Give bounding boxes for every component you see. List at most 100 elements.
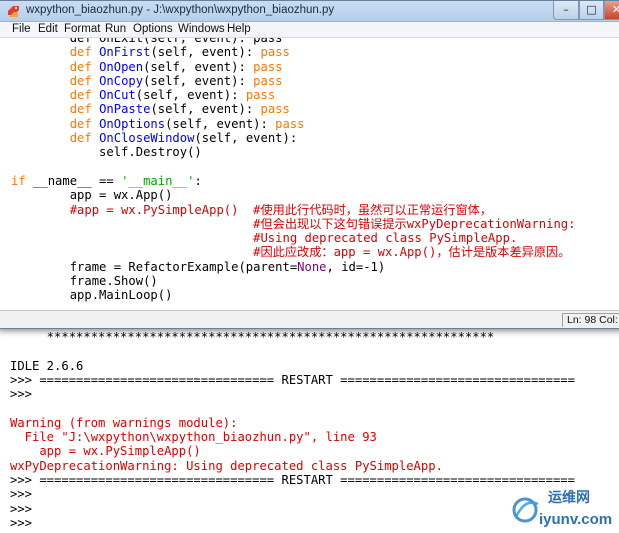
menu-format[interactable]: Format <box>64 23 100 35</box>
shell-line: Warning (from warnings module): <box>10 416 619 430</box>
editor-window[interactable]: wxpython_biaozhun.py - J:\wxpython\wxpyt… <box>0 0 619 329</box>
code-token: def <box>69 88 92 103</box>
shell-line: >>> <box>10 387 619 401</box>
shell-line <box>10 401 619 415</box>
code-line: #app = wx.PySimpleApp() #使用此行代码时，虽然可以正常运… <box>11 203 576 217</box>
code-token: if <box>11 173 26 188</box>
shell-token: >>> <box>10 487 33 502</box>
menu-run[interactable]: Run <box>105 23 126 35</box>
code-token: (self, event): <box>194 131 298 146</box>
code-token: (self, event): <box>150 102 261 117</box>
code-token: pass <box>253 73 283 88</box>
close-button[interactable]: ✕ <box>604 1 619 20</box>
code-line: def OnOpen(self, event): pass <box>11 60 576 74</box>
code-line: #因此应改成：app = wx.App()，估计是版本差异原因。 <box>11 245 576 259</box>
shell-line: wxPyDeprecationWarning: Using deprecated… <box>10 459 619 473</box>
code-token: def <box>69 116 92 131</box>
shell-line <box>10 344 619 358</box>
code-token: def <box>69 45 92 60</box>
title-bar[interactable]: wxpython_biaozhun.py - J:\wxpython\wxpyt… <box>0 1 619 22</box>
menu-windows[interactable]: Windows <box>178 23 225 35</box>
code-token: OnCut <box>99 88 136 103</box>
code-line: def OnCopy(self, event): pass <box>11 74 576 88</box>
code-token: def <box>69 131 92 146</box>
code-token: #因此应改成：app = wx.App()，估计是版本差异原因。 <box>11 245 571 260</box>
iyunv-watermark-logo: 运维网 iyunv.com <box>512 489 612 528</box>
code-token: OnPaste <box>99 102 151 117</box>
code-token: (self, event): <box>150 45 261 60</box>
code-token: OnCloseWindow <box>99 131 195 146</box>
code-token: self.Destroy() <box>11 145 202 160</box>
code-line: #Using deprecated class PySimpleApp. <box>11 231 576 245</box>
code-token: pass <box>260 45 290 60</box>
code-token: pass <box>275 116 305 131</box>
shell-token: >>> <box>10 387 33 402</box>
shell-token: IDLE 2.6.6 <box>10 358 84 373</box>
watermark-brand: 运维网 <box>548 489 590 506</box>
watermark-domain: iyunv.com <box>539 511 612 528</box>
menu-file[interactable]: File <box>12 23 31 35</box>
code-token: pass <box>245 88 276 103</box>
code-token: __name__ == <box>25 173 122 188</box>
idle-app-icon <box>8 6 19 17</box>
code-token: app.MainLoop() <box>11 288 173 303</box>
code-line: def OnFirst(self, event): pass <box>11 45 576 59</box>
code-token: OnCopy <box>99 73 144 88</box>
code-line: def OnCut(self, event): pass <box>11 88 576 102</box>
code-token: (self, event): <box>143 59 254 74</box>
shell-line: File "J:\wxpython\wxpython_biaozhun.py",… <box>10 430 619 444</box>
code-line: app.MainLoop() <box>11 288 576 302</box>
code-line: app = wx.App() <box>11 188 576 202</box>
code-token: OnOptions <box>99 116 166 131</box>
code-token: #Using deprecated class PySimpleApp. <box>11 231 518 246</box>
shell-token: >>> <box>10 501 33 516</box>
shell-line: ****************************************… <box>10 330 619 344</box>
code-line: def OnExit(self, event): pass <box>11 38 576 45</box>
code-text: def OnExit(self, event): pass def OnFirs… <box>11 38 576 303</box>
code-line: if __name__ == '__main__': <box>11 174 576 188</box>
code-token: None <box>297 259 327 274</box>
shell-line: IDLE 2.6.6 <box>10 359 619 373</box>
cursor-position: Ln: 98 Col: 5 <box>562 313 619 327</box>
menu-edit[interactable]: Edit <box>38 23 58 35</box>
code-token: frame = RefactorExample(parent= <box>11 259 298 274</box>
shell-token: >>> ================================ RES… <box>10 472 575 487</box>
minimize-button[interactable]: – <box>553 1 579 20</box>
window-title: wxpython_biaozhun.py - J:\wxpython\wxpyt… <box>26 4 335 16</box>
code-token: OnFirst <box>99 45 151 60</box>
shell-token: File "J:\wxpython\wxpython_biaozhun.py",… <box>10 430 377 445</box>
code-token: (self, event): <box>135 88 246 103</box>
code-line: def OnCloseWindow(self, event): <box>11 131 576 145</box>
menu-help[interactable]: Help <box>227 23 251 35</box>
menu-options[interactable]: Options <box>133 23 173 35</box>
code-token: def <box>69 102 92 117</box>
code-line: def OnOptions(self, event): pass <box>11 117 576 131</box>
menu-bar: File Edit Format Run Options Windows Hel… <box>0 22 619 38</box>
code-token: def <box>69 59 92 74</box>
code-token: : <box>194 173 202 188</box>
code-token: OnOpen <box>99 59 144 74</box>
maximize-button[interactable]: □ <box>579 1 604 20</box>
code-token: def <box>69 73 92 88</box>
code-line: def OnPaste(self, event): pass <box>11 102 576 116</box>
code-token: pass <box>253 59 283 74</box>
code-token: def OnExit(self, event): pass <box>11 38 283 45</box>
shell-token: Warning (from warnings module): <box>10 415 238 430</box>
code-editor[interactable]: def OnExit(self, event): pass def OnFirs… <box>0 38 619 310</box>
shell-token: >>> ================================ RES… <box>10 372 575 387</box>
shell-token: ****************************************… <box>10 330 495 344</box>
shell-token: wxPyDeprecationWarning: Using deprecated… <box>10 458 443 473</box>
